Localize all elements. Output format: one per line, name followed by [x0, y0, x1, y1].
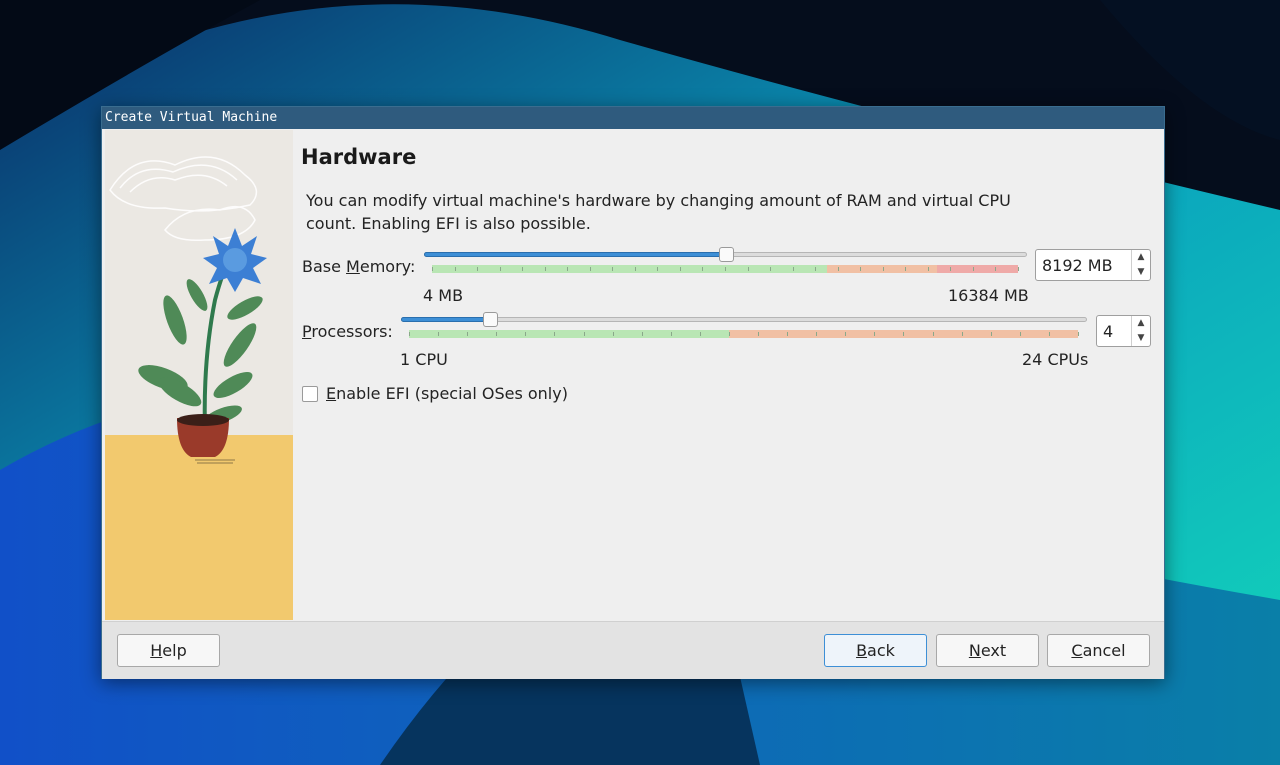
slider-tick: [748, 267, 749, 271]
slider-tick: [973, 267, 974, 271]
slider-tick: [590, 267, 591, 271]
slider-tick: [729, 332, 730, 336]
enable-efi-checkbox[interactable]: [302, 386, 318, 402]
slider-tick: [455, 267, 456, 271]
spin-down-icon[interactable]: ▼: [1132, 265, 1150, 280]
slider-tick: [700, 332, 701, 336]
slider-tick: [567, 267, 568, 271]
slider-tick: [725, 267, 726, 271]
slider-tick: [995, 267, 996, 271]
slider-tick: [467, 332, 468, 336]
slider-tick: [816, 332, 817, 336]
spin-down-icon[interactable]: ▼: [1132, 331, 1150, 346]
dialog-button-bar: Help Back Next Cancel: [102, 621, 1164, 679]
slider-tick: [1078, 332, 1079, 336]
slider-tick: [522, 267, 523, 271]
processors-min-label: 1 CPU: [400, 350, 448, 369]
slider-tick: [905, 267, 906, 271]
slider-tick: [874, 332, 875, 336]
slider-tick: [838, 267, 839, 271]
slider-tick: [793, 267, 794, 271]
cancel-button[interactable]: Cancel: [1047, 634, 1150, 667]
slider-tick: [845, 332, 846, 336]
slider-tick: [950, 267, 951, 271]
slider-handle[interactable]: [719, 247, 734, 262]
slider-handle[interactable]: [483, 312, 498, 327]
slider-tick: [770, 267, 771, 271]
slider-tick: [815, 267, 816, 271]
processors-ticks: [409, 330, 1079, 338]
slider-tick: [928, 267, 929, 271]
page-description: You can modify virtual machine's hardwar…: [306, 191, 1011, 233]
wizard-illustration: [105, 130, 293, 620]
memory-min-label: 4 MB: [423, 286, 464, 305]
slider-tick: [525, 332, 526, 336]
slider-tick: [545, 267, 546, 271]
slider-tick: [612, 267, 613, 271]
back-button[interactable]: Back: [824, 634, 927, 667]
memory-value: 8192 MB: [1042, 256, 1113, 275]
slider-tick: [991, 332, 992, 336]
create-vm-dialog: Create Virtual Machine Hardware You can …: [101, 106, 1165, 679]
slider-fill: [401, 317, 490, 322]
slider-tick: [1020, 332, 1021, 336]
slider-tick: [642, 332, 643, 336]
processors-slider[interactable]: [401, 312, 1087, 347]
slider-tick: [432, 267, 433, 271]
slider-tick: [438, 332, 439, 336]
slider-groove: [401, 317, 1087, 322]
page-title: Hardware: [301, 145, 417, 169]
slider-tick: [671, 332, 672, 336]
slider-tick: [477, 267, 478, 271]
slider-tick: [903, 332, 904, 336]
slider-tick: [409, 332, 410, 336]
slider-tick: [933, 332, 934, 336]
help-button[interactable]: Help: [117, 634, 220, 667]
slider-tick: [635, 267, 636, 271]
processors-spinbox[interactable]: 4 ▲ ▼: [1096, 315, 1151, 347]
processors-value: 4: [1103, 322, 1114, 341]
slider-tick: [500, 267, 501, 271]
processors-label: Processors:: [302, 322, 393, 341]
slider-tick: [860, 267, 861, 271]
slider-tick: [702, 267, 703, 271]
next-button[interactable]: Next: [936, 634, 1039, 667]
slider-tick: [680, 267, 681, 271]
slider-fill: [424, 252, 726, 257]
slider-tick: [1018, 267, 1019, 271]
memory-ticks: [432, 265, 1019, 273]
slider-tick: [758, 332, 759, 336]
slider-tick: [584, 332, 585, 336]
slider-tick: [1049, 332, 1050, 336]
slider-tick: [883, 267, 884, 271]
base-memory-label: Base Memory:: [302, 257, 416, 276]
processors-max-label: 24 CPUs: [1022, 350, 1089, 369]
base-memory-slider[interactable]: [424, 247, 1027, 282]
memory-spinbox[interactable]: 8192 MB ▲ ▼: [1035, 249, 1151, 281]
spin-up-icon[interactable]: ▲: [1132, 316, 1150, 331]
enable-efi-label[interactable]: Enable EFI (special OSes only): [326, 384, 568, 403]
memory-max-label: 16384 MB: [948, 286, 1029, 305]
window-title: Create Virtual Machine: [102, 107, 1164, 129]
slider-tick: [496, 332, 497, 336]
slider-tick: [787, 332, 788, 336]
slider-tick: [962, 332, 963, 336]
spin-up-icon[interactable]: ▲: [1132, 250, 1150, 265]
slider-tick: [554, 332, 555, 336]
slider-tick: [613, 332, 614, 336]
slider-tick: [657, 267, 658, 271]
